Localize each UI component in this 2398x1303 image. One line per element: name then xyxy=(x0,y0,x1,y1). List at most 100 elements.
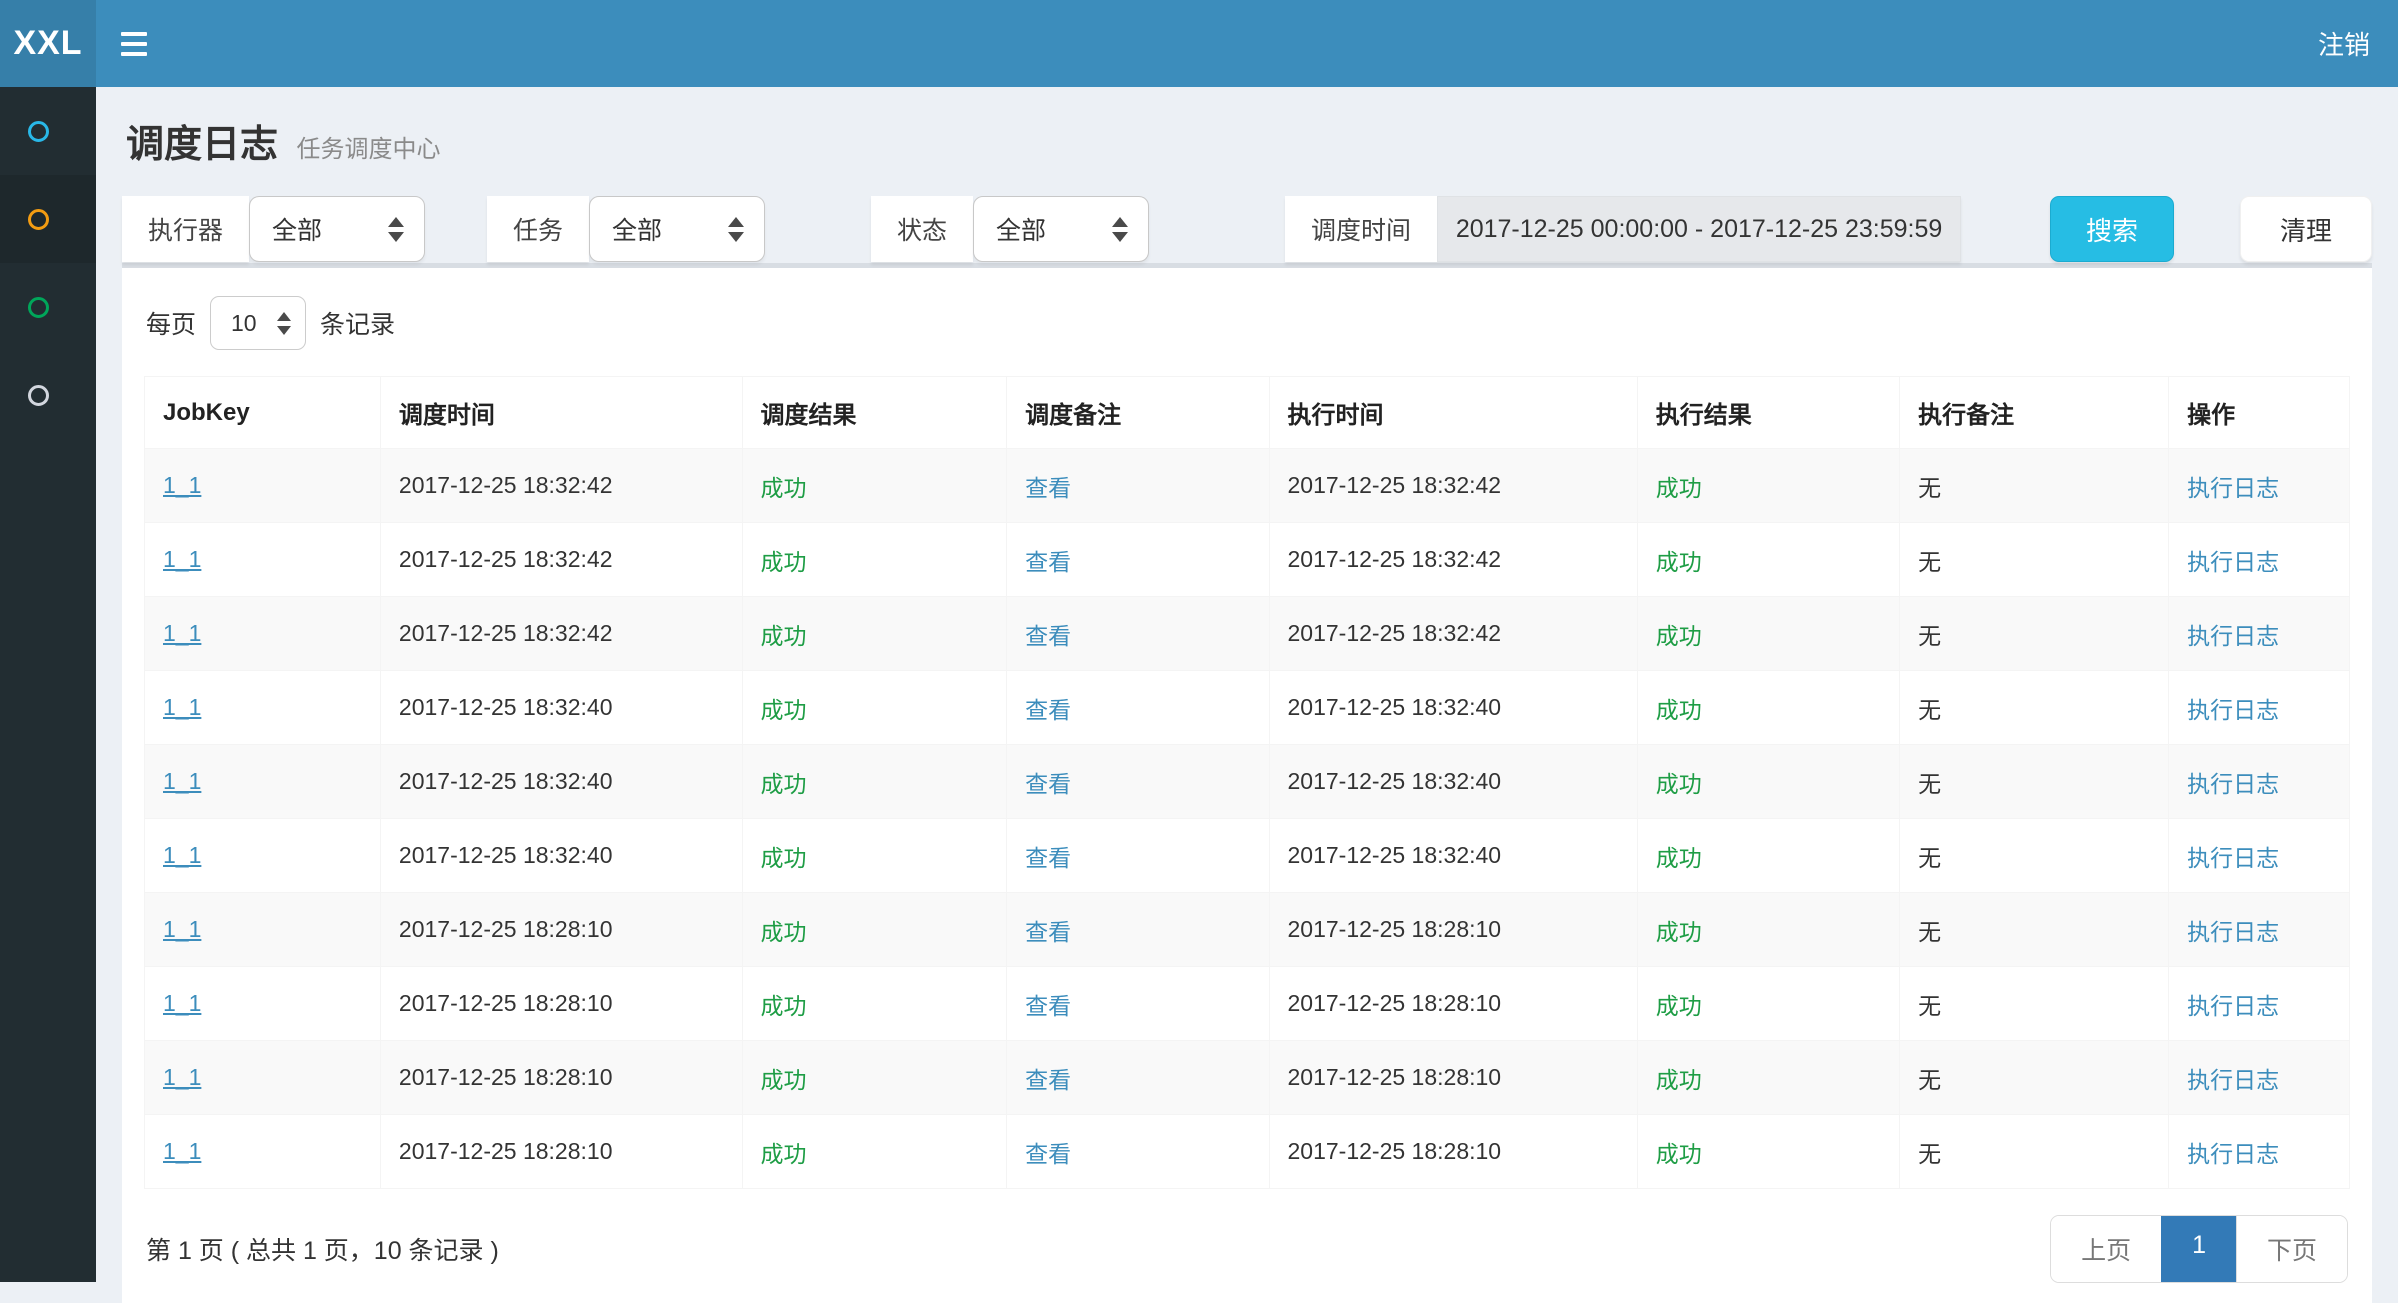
exec-log-link[interactable]: 执行日志 xyxy=(2187,1141,2279,1167)
exec-log-link[interactable]: 执行日志 xyxy=(2187,919,2279,945)
jobkey-link[interactable]: 1_1 xyxy=(163,620,201,646)
job-filter-label: 任务 xyxy=(487,196,589,262)
handle-msg-cell: 无 xyxy=(1918,771,1941,797)
circle-outline-icon-white xyxy=(28,385,49,406)
topbar: XXL 注销 xyxy=(0,0,2398,87)
trigger-msg-link[interactable]: 查看 xyxy=(1025,1141,1071,1167)
circle-outline-icon-blue xyxy=(28,121,49,142)
jobkey-link[interactable]: 1_1 xyxy=(163,768,201,794)
trigger-msg-link[interactable]: 查看 xyxy=(1025,919,1071,945)
trigger-time-cell: 2017-12-25 18:32:42 xyxy=(399,472,613,498)
status-filter-group: 状态 xyxy=(871,196,973,262)
trigger-result-cell: 成功 xyxy=(761,475,807,501)
logout-link[interactable]: 注销 xyxy=(2290,0,2398,87)
exec-log-link[interactable]: 执行日志 xyxy=(2187,475,2279,501)
table-footer: 第 1 页 ( 总共 1 页，10 条记录 ) 上页 1 下页 xyxy=(144,1189,2350,1303)
trigger-msg-link[interactable]: 查看 xyxy=(1025,993,1071,1019)
jobkey-link[interactable]: 1_1 xyxy=(163,990,201,1016)
handle-result-cell: 成功 xyxy=(1656,771,1702,797)
handle-msg-cell: 无 xyxy=(1918,475,1941,501)
sidebar-item-1[interactable] xyxy=(0,175,96,263)
search-button[interactable]: 搜索 xyxy=(2050,196,2174,262)
exec-log-link[interactable]: 执行日志 xyxy=(2187,549,2279,575)
jobkey-link[interactable]: 1_1 xyxy=(163,546,201,572)
sidebar xyxy=(0,87,96,1282)
trigger-time-cell: 2017-12-25 18:28:10 xyxy=(399,1138,613,1164)
jobkey-link[interactable]: 1_1 xyxy=(163,1138,201,1164)
trigger-msg-link[interactable]: 查看 xyxy=(1025,1067,1071,1093)
exec-log-link[interactable]: 执行日志 xyxy=(2187,1067,2279,1093)
status-filter-label: 状态 xyxy=(871,196,973,262)
status-filter-select[interactable]: 全部 xyxy=(973,196,1149,262)
job-filter-group: 任务 xyxy=(487,196,589,262)
sidebar-toggle-button[interactable] xyxy=(96,0,172,87)
handle-result-cell: 成功 xyxy=(1656,845,1702,871)
jobkey-link[interactable]: 1_1 xyxy=(163,842,201,868)
table-row: 1_12017-12-25 18:28:10成功查看2017-12-25 18:… xyxy=(145,1041,2350,1115)
trigger-result-cell: 成功 xyxy=(761,1141,807,1167)
trigger-result-cell: 成功 xyxy=(761,993,807,1019)
handle-msg-cell: 无 xyxy=(1918,919,1941,945)
trigger-msg-link[interactable]: 查看 xyxy=(1025,475,1071,501)
trigger-msg-link[interactable]: 查看 xyxy=(1025,771,1071,797)
current-page-button[interactable]: 1 xyxy=(2161,1216,2236,1282)
handle-time-cell: 2017-12-25 18:32:40 xyxy=(1288,694,1502,720)
handle-result-cell: 成功 xyxy=(1656,993,1702,1019)
handle-result-cell: 成功 xyxy=(1656,1067,1702,1093)
exec-log-link[interactable]: 执行日志 xyxy=(2187,771,2279,797)
handle-time-cell: 2017-12-25 18:32:40 xyxy=(1288,842,1502,868)
handle-time-cell: 2017-12-25 18:28:10 xyxy=(1288,990,1502,1016)
jobkey-link[interactable]: 1_1 xyxy=(163,472,201,498)
jobkey-link[interactable]: 1_1 xyxy=(163,1064,201,1090)
handle-result-cell: 成功 xyxy=(1656,697,1702,723)
trigger-time-cell: 2017-12-25 18:28:10 xyxy=(399,990,613,1016)
trigger-msg-link[interactable]: 查看 xyxy=(1025,845,1071,871)
exec-log-link[interactable]: 执行日志 xyxy=(2187,993,2279,1019)
circle-outline-icon-green xyxy=(28,297,49,318)
page-header: 调度日志 任务调度中心 xyxy=(122,87,2372,190)
exec-log-link[interactable]: 执行日志 xyxy=(2187,697,2279,723)
trigger-result-cell: 成功 xyxy=(761,697,807,723)
prev-page-button[interactable]: 上页 xyxy=(2051,1216,2161,1282)
jobkey-link[interactable]: 1_1 xyxy=(163,694,201,720)
table-row: 1_12017-12-25 18:32:40成功查看2017-12-25 18:… xyxy=(145,745,2350,819)
trigger-time-range-input[interactable]: 2017-12-25 00:00:00 - 2017-12-25 23:59:5… xyxy=(1437,196,1961,262)
sidebar-item-2[interactable] xyxy=(0,263,96,351)
trigger-result-cell: 成功 xyxy=(761,771,807,797)
page-size-suffix: 条记录 xyxy=(320,305,395,341)
handle-msg-cell: 无 xyxy=(1918,845,1941,871)
jobkey-link[interactable]: 1_1 xyxy=(163,916,201,942)
main-content: 调度日志 任务调度中心 执行器 全部 任务 全部 状态 全部 调度时间 xyxy=(96,87,2398,1303)
handle-time-cell: 2017-12-25 18:28:10 xyxy=(1288,1064,1502,1090)
handle-msg-cell: 无 xyxy=(1918,697,1941,723)
trigger-time-cell: 2017-12-25 18:28:10 xyxy=(399,916,613,942)
select-arrows-icon xyxy=(1112,217,1128,242)
handle-msg-cell: 无 xyxy=(1918,549,1941,575)
sidebar-item-0[interactable] xyxy=(0,87,96,175)
trigger-time-cell: 2017-12-25 18:32:42 xyxy=(399,620,613,646)
page-title: 调度日志 xyxy=(126,124,278,166)
exec-log-link[interactable]: 执行日志 xyxy=(2187,845,2279,871)
trigger-result-cell: 成功 xyxy=(761,623,807,649)
table-row: 1_12017-12-25 18:32:40成功查看2017-12-25 18:… xyxy=(145,819,2350,893)
trigger-time-filter-label: 调度时间 xyxy=(1285,196,1437,262)
clear-button[interactable]: 清理 xyxy=(2240,196,2372,262)
trigger-result-cell: 成功 xyxy=(761,919,807,945)
pagination: 上页 1 下页 xyxy=(2050,1215,2348,1283)
trigger-time-cell: 2017-12-25 18:32:40 xyxy=(399,768,613,794)
next-page-button[interactable]: 下页 xyxy=(2236,1216,2347,1282)
sidebar-item-3[interactable] xyxy=(0,351,96,439)
column-header-2: 调度结果 xyxy=(742,377,1007,449)
page-size-select[interactable]: 10 xyxy=(210,296,306,350)
trigger-msg-link[interactable]: 查看 xyxy=(1025,549,1071,575)
handle-result-cell: 成功 xyxy=(1656,623,1702,649)
trigger-time-cell: 2017-12-25 18:32:42 xyxy=(399,546,613,572)
handle-time-cell: 2017-12-25 18:28:10 xyxy=(1288,1138,1502,1164)
exec-log-link[interactable]: 执行日志 xyxy=(2187,623,2279,649)
table-row: 1_1 2017-12-25 18:28:10 成功 查看 2017-12-25 18:… xyxy=(145,967,2350,1041)
job-filter-select[interactable]: 全部 xyxy=(589,196,765,262)
page-size-row: 每页 10 条记录 xyxy=(144,294,2350,376)
executor-filter-select[interactable]: 全部 xyxy=(249,196,425,262)
trigger-msg-link[interactable]: 查看 xyxy=(1025,623,1071,649)
trigger-msg-link[interactable]: 查看 xyxy=(1025,697,1071,723)
